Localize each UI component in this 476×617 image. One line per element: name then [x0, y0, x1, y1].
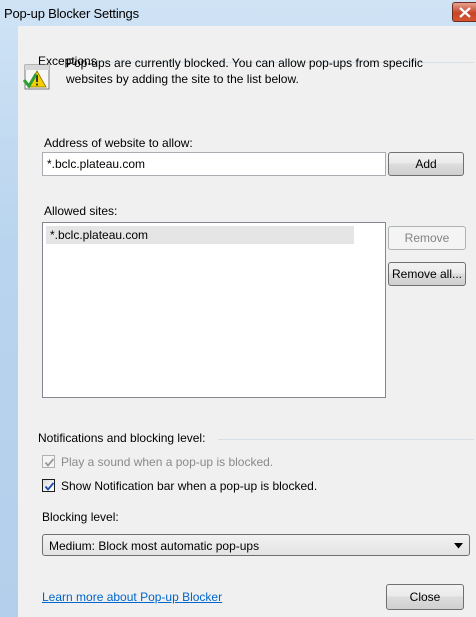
notifications-label: Notifications and blocking level:	[38, 431, 206, 445]
info-text: Pop-ups are currently blocked. You can a…	[66, 55, 456, 87]
dialog-client: Exceptions Pop-ups are currently blocked…	[18, 26, 476, 617]
blocking-level-select[interactable]: Medium: Block most automatic pop-ups	[42, 534, 470, 556]
checkmark-icon	[44, 458, 55, 467]
title-bar[interactable]: Pop-up Blocker Settings	[0, 0, 476, 26]
remove-button[interactable]: Remove	[388, 226, 466, 250]
remove-all-button[interactable]: Remove all...	[388, 262, 466, 286]
show-bar-checkbox[interactable]	[42, 479, 55, 492]
blocking-level-label: Blocking level:	[42, 510, 119, 524]
popup-blocked-icon	[22, 64, 50, 90]
close-icon	[459, 7, 471, 18]
address-label: Address of website to allow:	[44, 136, 193, 150]
notifications-divider	[218, 439, 474, 440]
play-sound-checkbox[interactable]	[42, 455, 55, 468]
address-input[interactable]: *.bclc.plateau.com	[42, 152, 386, 176]
window-title: Pop-up Blocker Settings	[4, 6, 139, 21]
info-line-2: websites by adding the site to the list …	[66, 72, 299, 86]
show-bar-label: Show Notification bar when a pop-up is b…	[61, 479, 318, 493]
popup-blocker-window: Pop-up Blocker Settings Exceptions Pop-u…	[0, 0, 476, 617]
blocking-level-value: Medium: Block most automatic pop-ups	[49, 539, 260, 553]
checkmark-icon	[44, 482, 55, 491]
address-input-value: *.bclc.plateau.com	[47, 157, 146, 171]
learn-more-link[interactable]: Learn more about Pop-up Blocker	[42, 590, 222, 604]
close-button[interactable]: Close	[386, 584, 464, 610]
add-button[interactable]: Add	[388, 152, 464, 176]
allowed-sites-list[interactable]: *.bclc.plateau.com	[42, 222, 386, 398]
window-close-button[interactable]	[452, 2, 476, 22]
list-item-label: *.bclc.plateau.com	[50, 228, 149, 242]
list-item[interactable]: *.bclc.plateau.com	[46, 226, 354, 244]
show-bar-option[interactable]: Show Notification bar when a pop-up is b…	[42, 478, 362, 494]
allowed-sites-label: Allowed sites:	[44, 204, 118, 218]
play-sound-label: Play a sound when a pop-up is blocked.	[61, 455, 274, 469]
play-sound-option[interactable]: Play a sound when a pop-up is blocked.	[42, 454, 302, 470]
chevron-down-icon	[454, 543, 463, 549]
info-line-1: Pop-ups are currently blocked. You can a…	[66, 56, 423, 70]
